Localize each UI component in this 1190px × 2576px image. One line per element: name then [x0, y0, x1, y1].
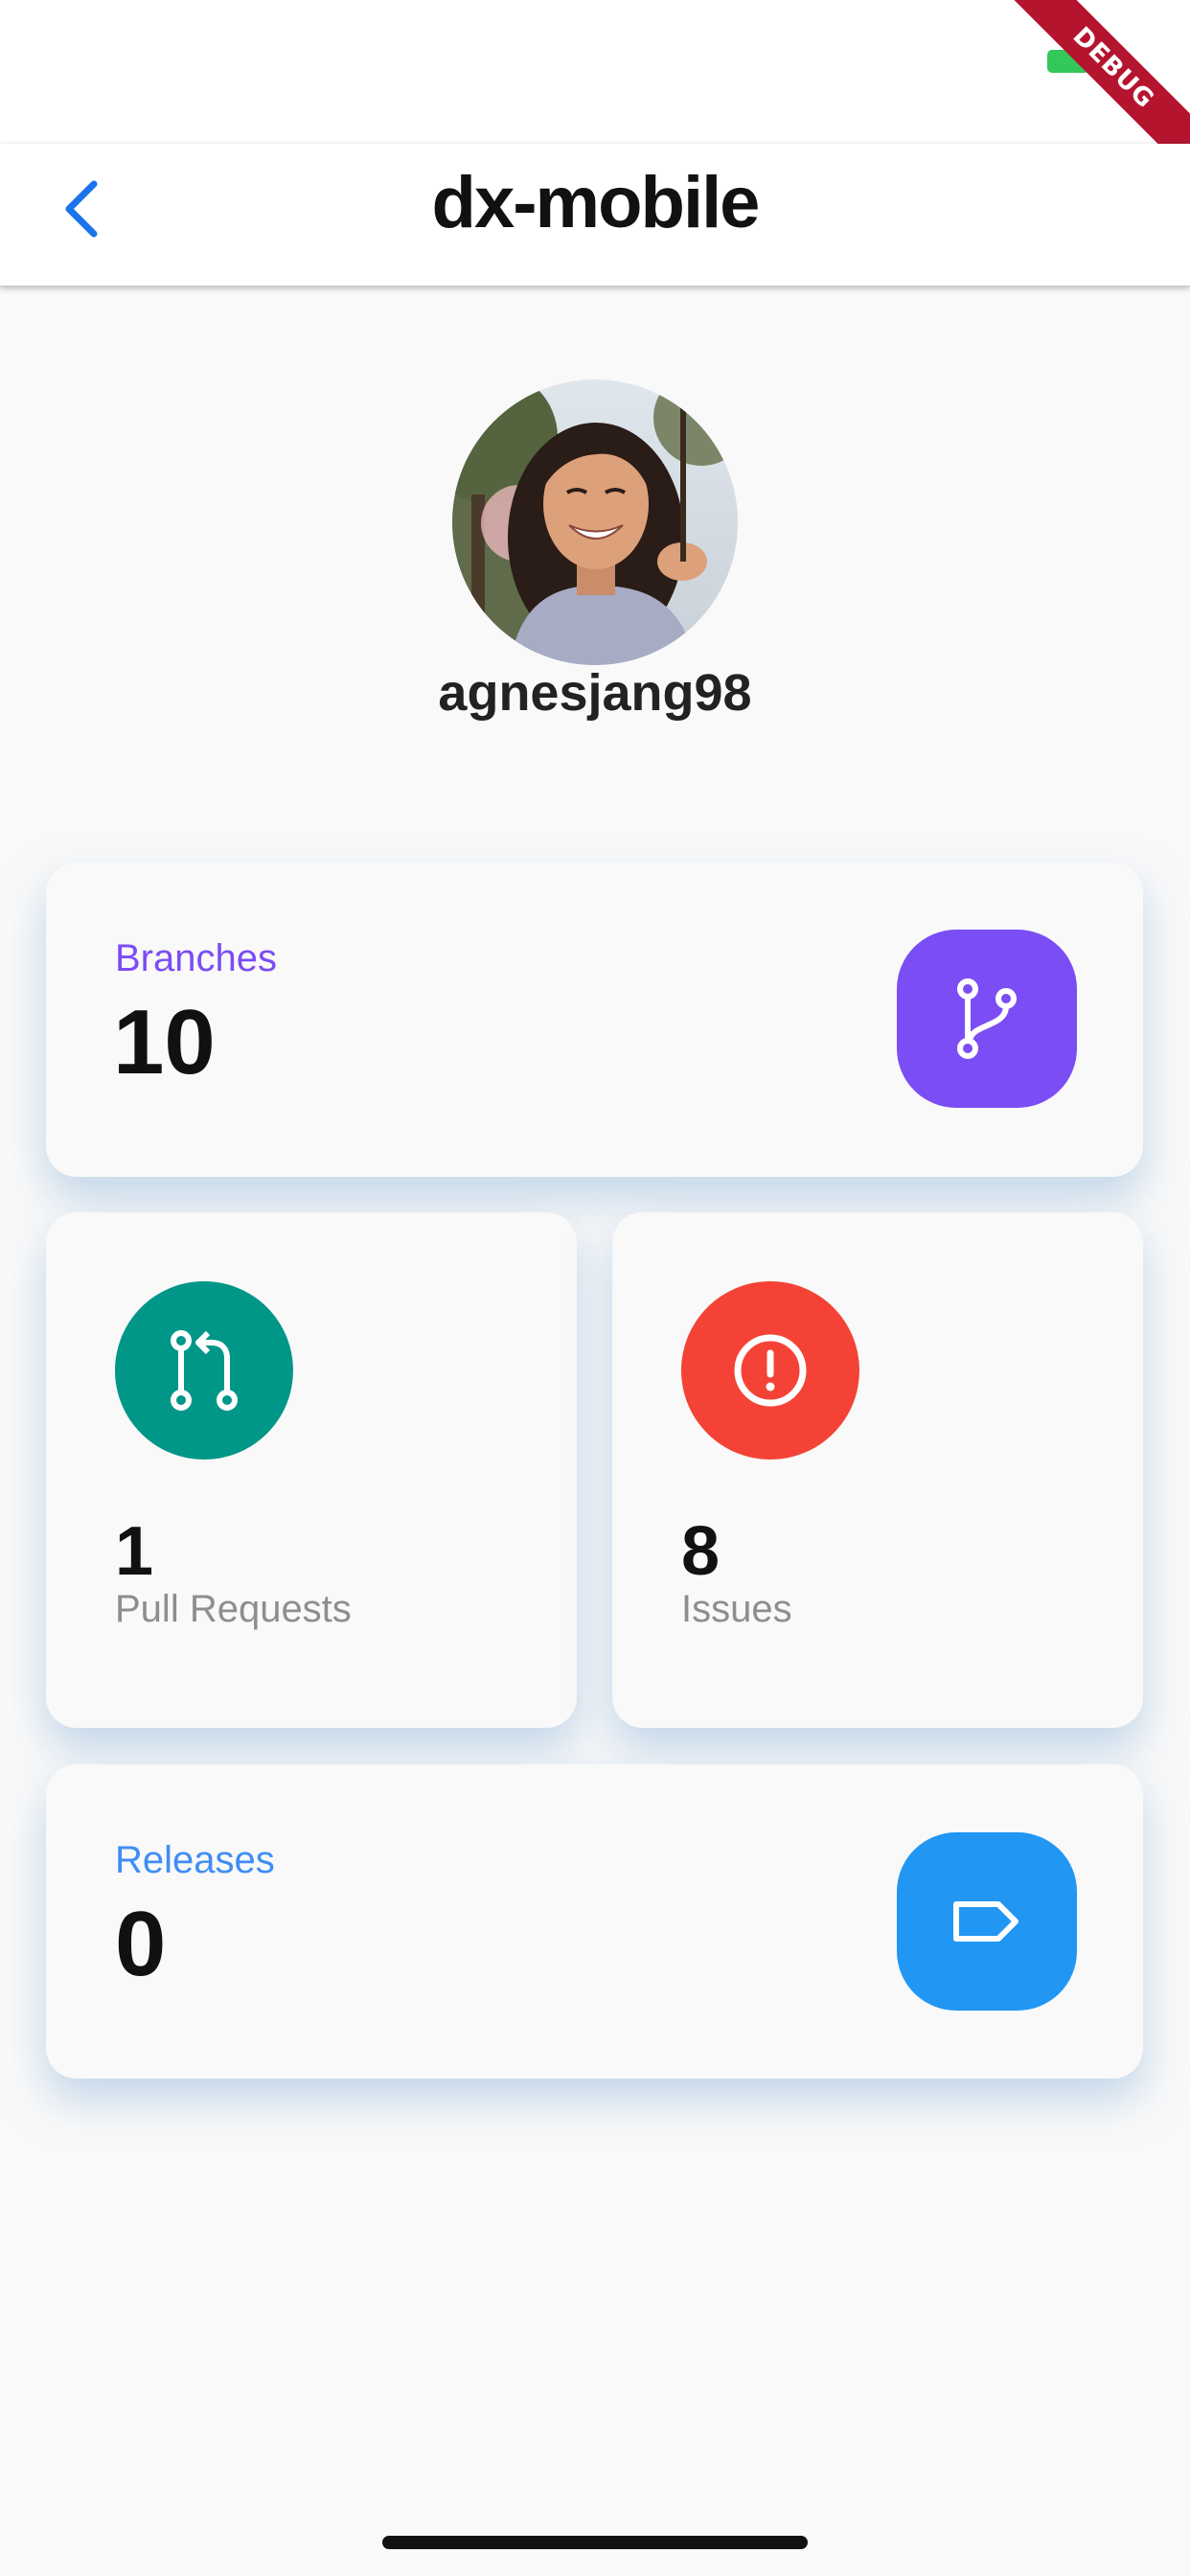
pull-requests-label: Pull Requests [115, 1588, 352, 1630]
branches-badge [897, 930, 1077, 1108]
branches-count: 10 [113, 991, 216, 1093]
alert-circle-icon [734, 1334, 807, 1407]
releases-count: 0 [115, 1893, 167, 1995]
home-indicator [382, 2536, 808, 2549]
issues-count: 8 [681, 1513, 721, 1590]
status-bar [0, 0, 1190, 144]
battery-icon [1047, 50, 1089, 73]
issues-label: Issues [681, 1588, 792, 1630]
page-title: dx-mobile [431, 162, 761, 243]
username: agnesjang98 [438, 664, 752, 722]
tag-icon [953, 1901, 1018, 1942]
app-bar: dx-mobile [0, 144, 1190, 287]
releases-label: Releases [115, 1839, 275, 1881]
pull-requests-count: 1 [115, 1513, 154, 1590]
pull-requests-badge [115, 1281, 293, 1460]
git-branch-icon [957, 978, 1017, 1059]
issues-badge [681, 1281, 859, 1460]
pull-requests-card[interactable]: 1 Pull Requests [46, 1212, 577, 1728]
releases-card[interactable]: Releases 0 [46, 1764, 1143, 2079]
releases-badge [897, 1832, 1077, 2011]
git-pull-request-icon [171, 1330, 238, 1411]
issues-card[interactable]: 8 Issues [612, 1212, 1143, 1728]
branches-label: Branches [115, 937, 277, 979]
branches-card[interactable]: Branches 10 [46, 862, 1143, 1177]
avatar [452, 380, 738, 665]
